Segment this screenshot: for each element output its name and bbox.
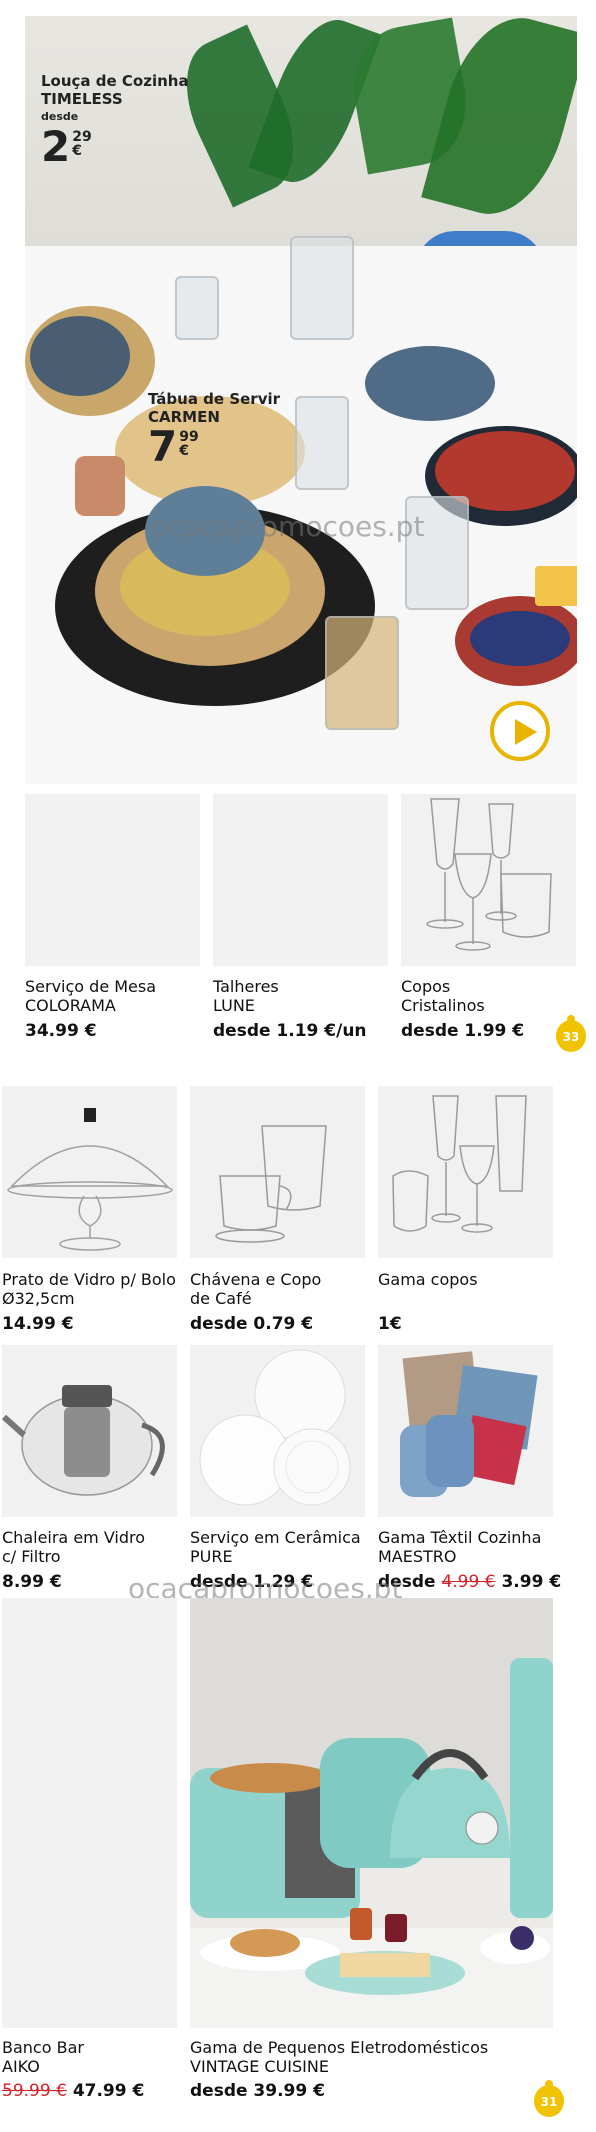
- product-price: desde 39.99 €: [190, 2081, 325, 2101]
- product-image-gama-copos[interactable]: [378, 1086, 553, 1258]
- product-image-colorama[interactable]: [25, 794, 200, 966]
- product-image-aiko[interactable]: [2, 1598, 177, 2028]
- old-price: 59.99 €: [2, 2081, 67, 2101]
- name-line-1: Gama copos: [378, 1270, 478, 1289]
- page-number-badge: 31: [534, 2080, 564, 2117]
- product-image-chaleira[interactable]: [1, 1345, 177, 1517]
- hero-product-2-price: 7 99 €: [148, 426, 280, 468]
- cup-illustration: [215, 1125, 327, 1243]
- product-price: desde 1.19 €/un: [213, 1021, 367, 1041]
- name-line-2: Ø32,5cm: [2, 1289, 75, 1308]
- product-price: 1€: [378, 1314, 402, 1334]
- napkin: [535, 566, 577, 606]
- price-currency: €: [179, 443, 189, 459]
- product-price: desde 4.99 € 3.99 €: [378, 1572, 561, 1592]
- product-name: Talheres LUNE: [213, 977, 279, 1015]
- name-line-1: Banco Bar: [2, 2038, 84, 2057]
- hero-product-1[interactable]: Louça de Cozinha TIMELESS desde 2 29 €: [41, 72, 189, 168]
- name-line-1: Gama Têxtil Cozinha: [378, 1528, 542, 1547]
- name-line-2: Cristalinos: [401, 996, 485, 1015]
- name-line-2: de Café: [190, 1289, 252, 1308]
- glass: [175, 276, 219, 340]
- name-line-2: MAESTRO: [378, 1547, 457, 1566]
- name-line-2: AIKO: [2, 2057, 40, 2076]
- name-line-1: Talheres: [213, 977, 279, 996]
- name-line-1: Chaleira em Vidro: [2, 1528, 146, 1547]
- old-price: 4.99 €: [441, 1572, 496, 1592]
- page-number-badge: 33: [556, 1015, 586, 1052]
- plate: [30, 316, 130, 396]
- price-cents: 99: [179, 429, 199, 445]
- name-line-2: VINTAGE CUISINE: [190, 2057, 329, 2076]
- price-currency: €: [72, 143, 82, 159]
- product-image-vintage-cuisine[interactable]: [190, 1598, 553, 2028]
- name-line-1: Prato de Vidro p/ Bolo: [2, 1270, 176, 1289]
- product-price: 59.99 € 47.99 €: [2, 2081, 144, 2101]
- name-line-2: c/ Filtro: [2, 1547, 61, 1566]
- price-cents: 29: [72, 129, 92, 145]
- product-name: Gama copos: [378, 1270, 478, 1289]
- name-line-1: Gama de Pequenos Eletrodomésticos: [190, 2038, 489, 2057]
- product-name: Serviço em Cerâmica PURE: [190, 1528, 361, 1566]
- product-name: Copos Cristalinos: [401, 977, 485, 1015]
- current-price: 47.99 €: [72, 2081, 145, 2101]
- name-line-1: Chávena e Copo: [190, 1270, 322, 1289]
- blueberries: [470, 611, 570, 666]
- product-image-copos[interactable]: [401, 794, 576, 966]
- product-name: Gama Têxtil Cozinha MAESTRO: [378, 1528, 541, 1566]
- hero-product-1-price: 2 29 €: [41, 126, 189, 168]
- glasses-illustration: [426, 798, 552, 951]
- glasses-illustration: [392, 1095, 527, 1233]
- product-image-maestro[interactable]: [378, 1345, 553, 1517]
- product-image-chavena[interactable]: [190, 1086, 365, 1258]
- glass-jug: [290, 236, 354, 340]
- name-line-2: PURE: [190, 1547, 233, 1566]
- product-price: desde 0.79 €: [190, 1314, 314, 1334]
- glass: [325, 616, 399, 730]
- current-price: 3.99 €: [501, 1572, 562, 1592]
- product-name: Prato de Vidro p/ Bolo Ø32,5cm: [2, 1270, 176, 1308]
- teapot-illustration: [1, 1385, 165, 1496]
- hero-product-1-name: Louça de Cozinha: [41, 72, 189, 90]
- name-line-1: Serviço de Mesa: [25, 977, 157, 996]
- product-price: 34.99 €: [25, 1021, 97, 1041]
- product-price: 14.99 €: [2, 1314, 74, 1334]
- product-image-pure[interactable]: [190, 1345, 365, 1517]
- play-icon[interactable]: [490, 701, 550, 761]
- hero-product-1-line: TIMELESS: [41, 90, 123, 108]
- product-name: Chávena e Copo de Café: [190, 1270, 321, 1308]
- appliances-illustration: [190, 1598, 553, 2028]
- product-image-lune[interactable]: [213, 794, 388, 966]
- price-integer: 2: [41, 122, 71, 171]
- price-integer: 7: [148, 422, 178, 471]
- product-price: 8.99 €: [2, 1572, 62, 1592]
- cup: [75, 456, 125, 516]
- hero-product-2[interactable]: Tábua de Servir CARMEN 7 99 €: [148, 390, 280, 468]
- cake-dome-illustration: [7, 1108, 173, 1251]
- name-line-1: Copos: [401, 977, 451, 996]
- product-image-prato-bolo[interactable]: [2, 1086, 177, 1258]
- product-price: desde 1.99 €: [401, 1021, 525, 1041]
- product-name: Chaleira em Vidro c/ Filtro: [2, 1528, 145, 1566]
- product-name: Serviço de Mesa COLORAMA: [25, 977, 156, 1015]
- name-line-1: Serviço em Cerâmica: [190, 1528, 361, 1547]
- name-line-2: COLORAMA: [25, 996, 116, 1015]
- product-name: Gama de Pequenos Eletrodomésticos VINTAG…: [190, 2038, 488, 2076]
- watermark: ocacapromocoes.pt: [150, 510, 425, 543]
- plates-illustration: [199, 1349, 351, 1506]
- textiles-illustration: [400, 1351, 538, 1497]
- hero-product-2-name: Tábua de Servir: [148, 390, 281, 408]
- product-name: Banco Bar AIKO: [2, 2038, 84, 2076]
- name-line-2: LUNE: [213, 996, 255, 1015]
- glass: [295, 396, 349, 490]
- plate: [365, 346, 495, 421]
- hero-image: Louça de Cozinha TIMELESS desde 2 29 € T…: [25, 16, 577, 784]
